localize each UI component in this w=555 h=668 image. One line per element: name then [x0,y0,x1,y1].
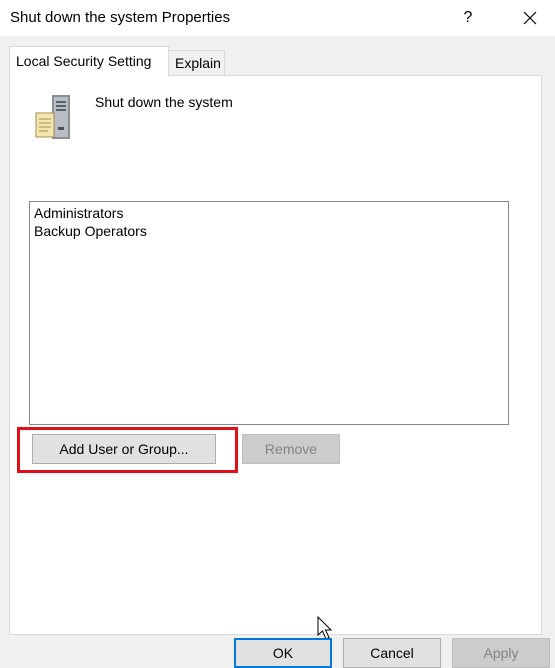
remove-button-label: Remove [264,441,318,457]
list-item[interactable]: Administrators [34,204,504,222]
ok-button-label: OK [272,645,294,661]
close-button[interactable] [508,0,552,36]
principals-listbox[interactable]: Administrators Backup Operators [29,201,509,425]
cancel-button-label: Cancel [370,645,414,661]
apply-button[interactable]: Apply [452,638,550,668]
policy-name: Shut down the system [95,94,233,110]
ok-button[interactable]: OK [234,638,332,668]
tab-panel: Shut down the system Administrators Back… [9,75,542,640]
properties-dialog: Shut down the system Properties ? Local … [0,0,555,668]
title-bar: Shut down the system Properties ? [0,0,555,36]
add-button-label: Add User or Group... [59,441,189,457]
list-item[interactable]: Backup Operators [34,222,504,240]
close-icon [523,11,537,25]
tab-label: Explain [175,55,221,71]
add-user-or-group-button[interactable]: Add User or Group... [32,434,216,464]
help-button[interactable]: ? [448,0,488,36]
help-label: ? [463,9,473,26]
apply-button-label: Apply [483,645,519,661]
window-title: Shut down the system Properties [10,9,231,26]
remove-button[interactable]: Remove [242,434,340,464]
tab-explain[interactable]: Explain [168,50,225,76]
cancel-button[interactable]: Cancel [343,638,441,668]
tab-label: Local Security Setting [16,53,152,69]
policy-server-icon [35,95,70,139]
tab-local-security-setting[interactable]: Local Security Setting [9,46,169,76]
